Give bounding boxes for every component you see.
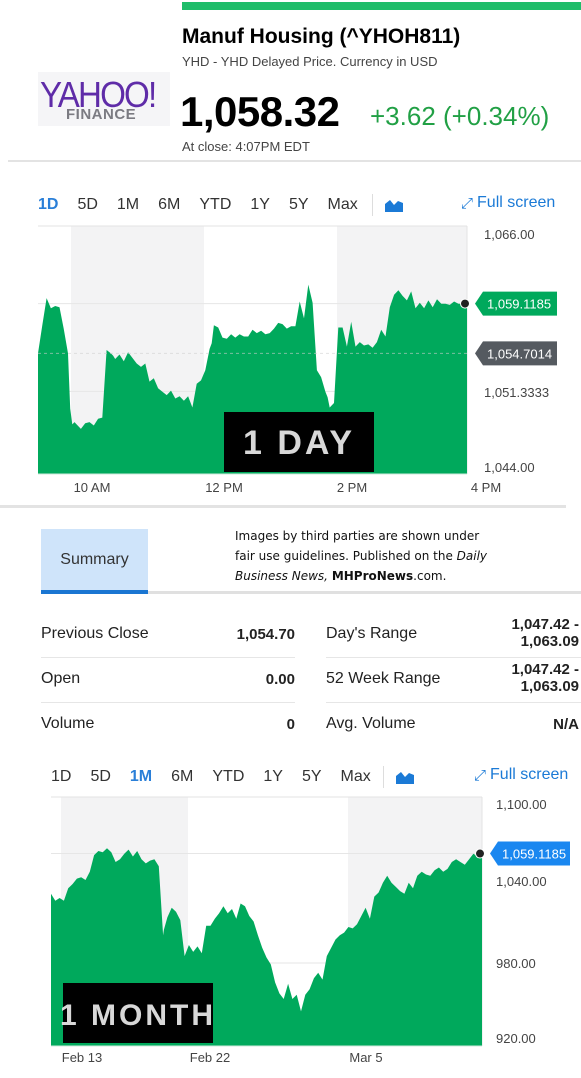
- stat-label-avg-volume: Avg. Volume: [326, 715, 416, 732]
- range-low: 1,047.42 -: [511, 661, 579, 678]
- x-tick-label: Mar 5: [349, 1050, 382, 1065]
- stat-label-previous-close: Previous Close: [41, 625, 149, 642]
- stat-value-open: 0.00: [265, 671, 295, 688]
- quote-subtitle: YHD - YHD Delayed Price. Currency in USD: [182, 54, 438, 69]
- y-tick-label: 980.00: [496, 956, 536, 971]
- range-option-6m[interactable]: 6M: [158, 196, 180, 214]
- area-chart-icon[interactable]: [395, 770, 414, 784]
- credit-italic: Business News,: [235, 569, 328, 583]
- range-option-5y[interactable]: 5Y: [289, 196, 309, 214]
- intraday-chart[interactable]: 1,066.00 1,051.3333 1,044.00 10 AM 12 PM 2 PM…: [0, 220, 581, 502]
- monthly-chart[interactable]: 1,100.00 1,040.00 980.00 920.00 Feb 13 Feb 22…: [0, 790, 581, 1078]
- current-value-label: 1,059.1185: [487, 297, 551, 312]
- credit-italic: Daily: [456, 549, 488, 563]
- quote-title: Manuf Housing (^YHOH811): [182, 25, 461, 48]
- range-option-max[interactable]: Max: [341, 768, 371, 786]
- fullscreen-button-2[interactable]: ⤢ Full screen: [474, 766, 568, 784]
- y-tick-label: 1,100.00: [496, 797, 547, 812]
- range-option-max[interactable]: Max: [328, 196, 358, 214]
- range-option-5d[interactable]: 5D: [77, 196, 97, 214]
- area-chart-icon[interactable]: [384, 198, 403, 212]
- range-option-5d[interactable]: 5D: [90, 768, 110, 786]
- stat-value-days-range: 1,047.42 - 1,063.09: [460, 616, 579, 650]
- stat-label-open: Open: [41, 670, 81, 687]
- accent-bar: [182, 2, 581, 10]
- x-tick-label: Feb 13: [62, 1050, 102, 1065]
- y-tick-label: 1,044.00: [484, 460, 535, 475]
- previous-close-label: 1,054.7014: [487, 346, 552, 361]
- row-divider: [326, 702, 581, 703]
- expand-icon: ⤢: [474, 766, 487, 784]
- row-divider: [41, 657, 295, 658]
- range-high: 1,063.09: [520, 633, 579, 650]
- y-tick-label: 920.00: [496, 1031, 536, 1046]
- range-option-1m[interactable]: 1M: [130, 768, 152, 786]
- range-selector-1m: 1D 5D 1M 6M YTD 1Y 5Y Max: [51, 766, 414, 788]
- tab-summary[interactable]: Summary: [41, 529, 148, 590]
- range-option-1y[interactable]: 1Y: [263, 768, 283, 786]
- range-high: 1,063.09: [520, 678, 579, 695]
- fullscreen-button-1[interactable]: ⤢ Full screen: [461, 194, 555, 212]
- overlay-label-text: 1 DAY: [243, 424, 355, 462]
- stat-label-volume: Volume: [41, 715, 95, 732]
- range-option-6m[interactable]: 6M: [171, 768, 193, 786]
- credit-line-2: fair use guidelines. Published on the Da…: [235, 546, 535, 566]
- range-separator: [382, 766, 384, 788]
- range-option-1d[interactable]: 1D: [51, 768, 71, 786]
- x-tick-label: 2 PM: [337, 480, 367, 495]
- y-tick-label: 1,040.00: [496, 874, 547, 889]
- chart-divider: [0, 505, 566, 508]
- credit-site-name[interactable]: MHProNews: [332, 569, 413, 583]
- credit-text: .com.: [413, 569, 447, 583]
- y-tick-label: 1,051.3333: [484, 385, 549, 400]
- range-option-1d[interactable]: 1D: [38, 196, 58, 214]
- credit-line-1: Images by third parties are shown under: [235, 529, 480, 543]
- fullscreen-label: Full screen: [490, 766, 569, 783]
- range-selector-1d: 1D 5D 1M 6M YTD 1Y 5Y Max: [38, 194, 403, 216]
- x-tick-label: 10 AM: [74, 480, 111, 495]
- row-divider: [326, 657, 581, 658]
- expand-icon: ⤢: [461, 194, 474, 212]
- overlay-label-text: 1 MONTH: [60, 999, 216, 1032]
- credit-text: fair use guidelines. Published on the: [235, 549, 457, 563]
- range-low: 1,047.42 -: [511, 616, 579, 633]
- range-option-1m[interactable]: 1M: [117, 196, 139, 214]
- tab-bar-line: [148, 591, 581, 594]
- range-option-ytd[interactable]: YTD: [212, 768, 244, 786]
- x-tick-label: Feb 22: [190, 1050, 230, 1065]
- stat-value-volume: 0: [286, 716, 295, 733]
- image-credit-note: Images by third parties are shown under …: [235, 526, 535, 586]
- logo-sub-text: FINANCE: [66, 106, 137, 123]
- stat-label-days-range: Day's Range: [326, 625, 418, 642]
- current-value-label: 1,059.1185: [502, 847, 566, 862]
- x-tick-label: 12 PM: [205, 480, 243, 495]
- current-value-dot: [475, 848, 485, 859]
- range-option-1y[interactable]: 1Y: [250, 196, 270, 214]
- stat-value-previous-close: 1,054.70: [236, 626, 295, 643]
- stat-value-avg-volume: N/A: [553, 716, 579, 733]
- header-divider: [8, 160, 581, 162]
- y-tick-label: 1,066.00: [484, 227, 535, 242]
- stat-value-52-week-range: 1,047.42 - 1,063.09: [460, 661, 579, 695]
- range-option-5y[interactable]: 5Y: [302, 768, 322, 786]
- row-divider: [41, 702, 295, 703]
- credit-line-3: Business News, MHProNews.com.: [235, 566, 535, 586]
- fullscreen-label: Full screen: [477, 194, 556, 211]
- yahoo-finance-logo[interactable]: YAHOO! FINANCE: [38, 72, 170, 126]
- range-option-ytd[interactable]: YTD: [199, 196, 231, 214]
- range-separator: [371, 194, 373, 216]
- quote-change: +3.62 (+0.34%): [370, 101, 550, 131]
- quote-price: 1,058.32: [180, 88, 340, 135]
- current-value-dot: [460, 298, 470, 309]
- close-time: At close: 4:07PM EDT: [182, 139, 310, 154]
- tab-summary-indicator: [41, 590, 148, 594]
- stat-label-52-week-range: 52 Week Range: [326, 670, 441, 687]
- x-tick-label: 4 PM: [471, 480, 501, 495]
